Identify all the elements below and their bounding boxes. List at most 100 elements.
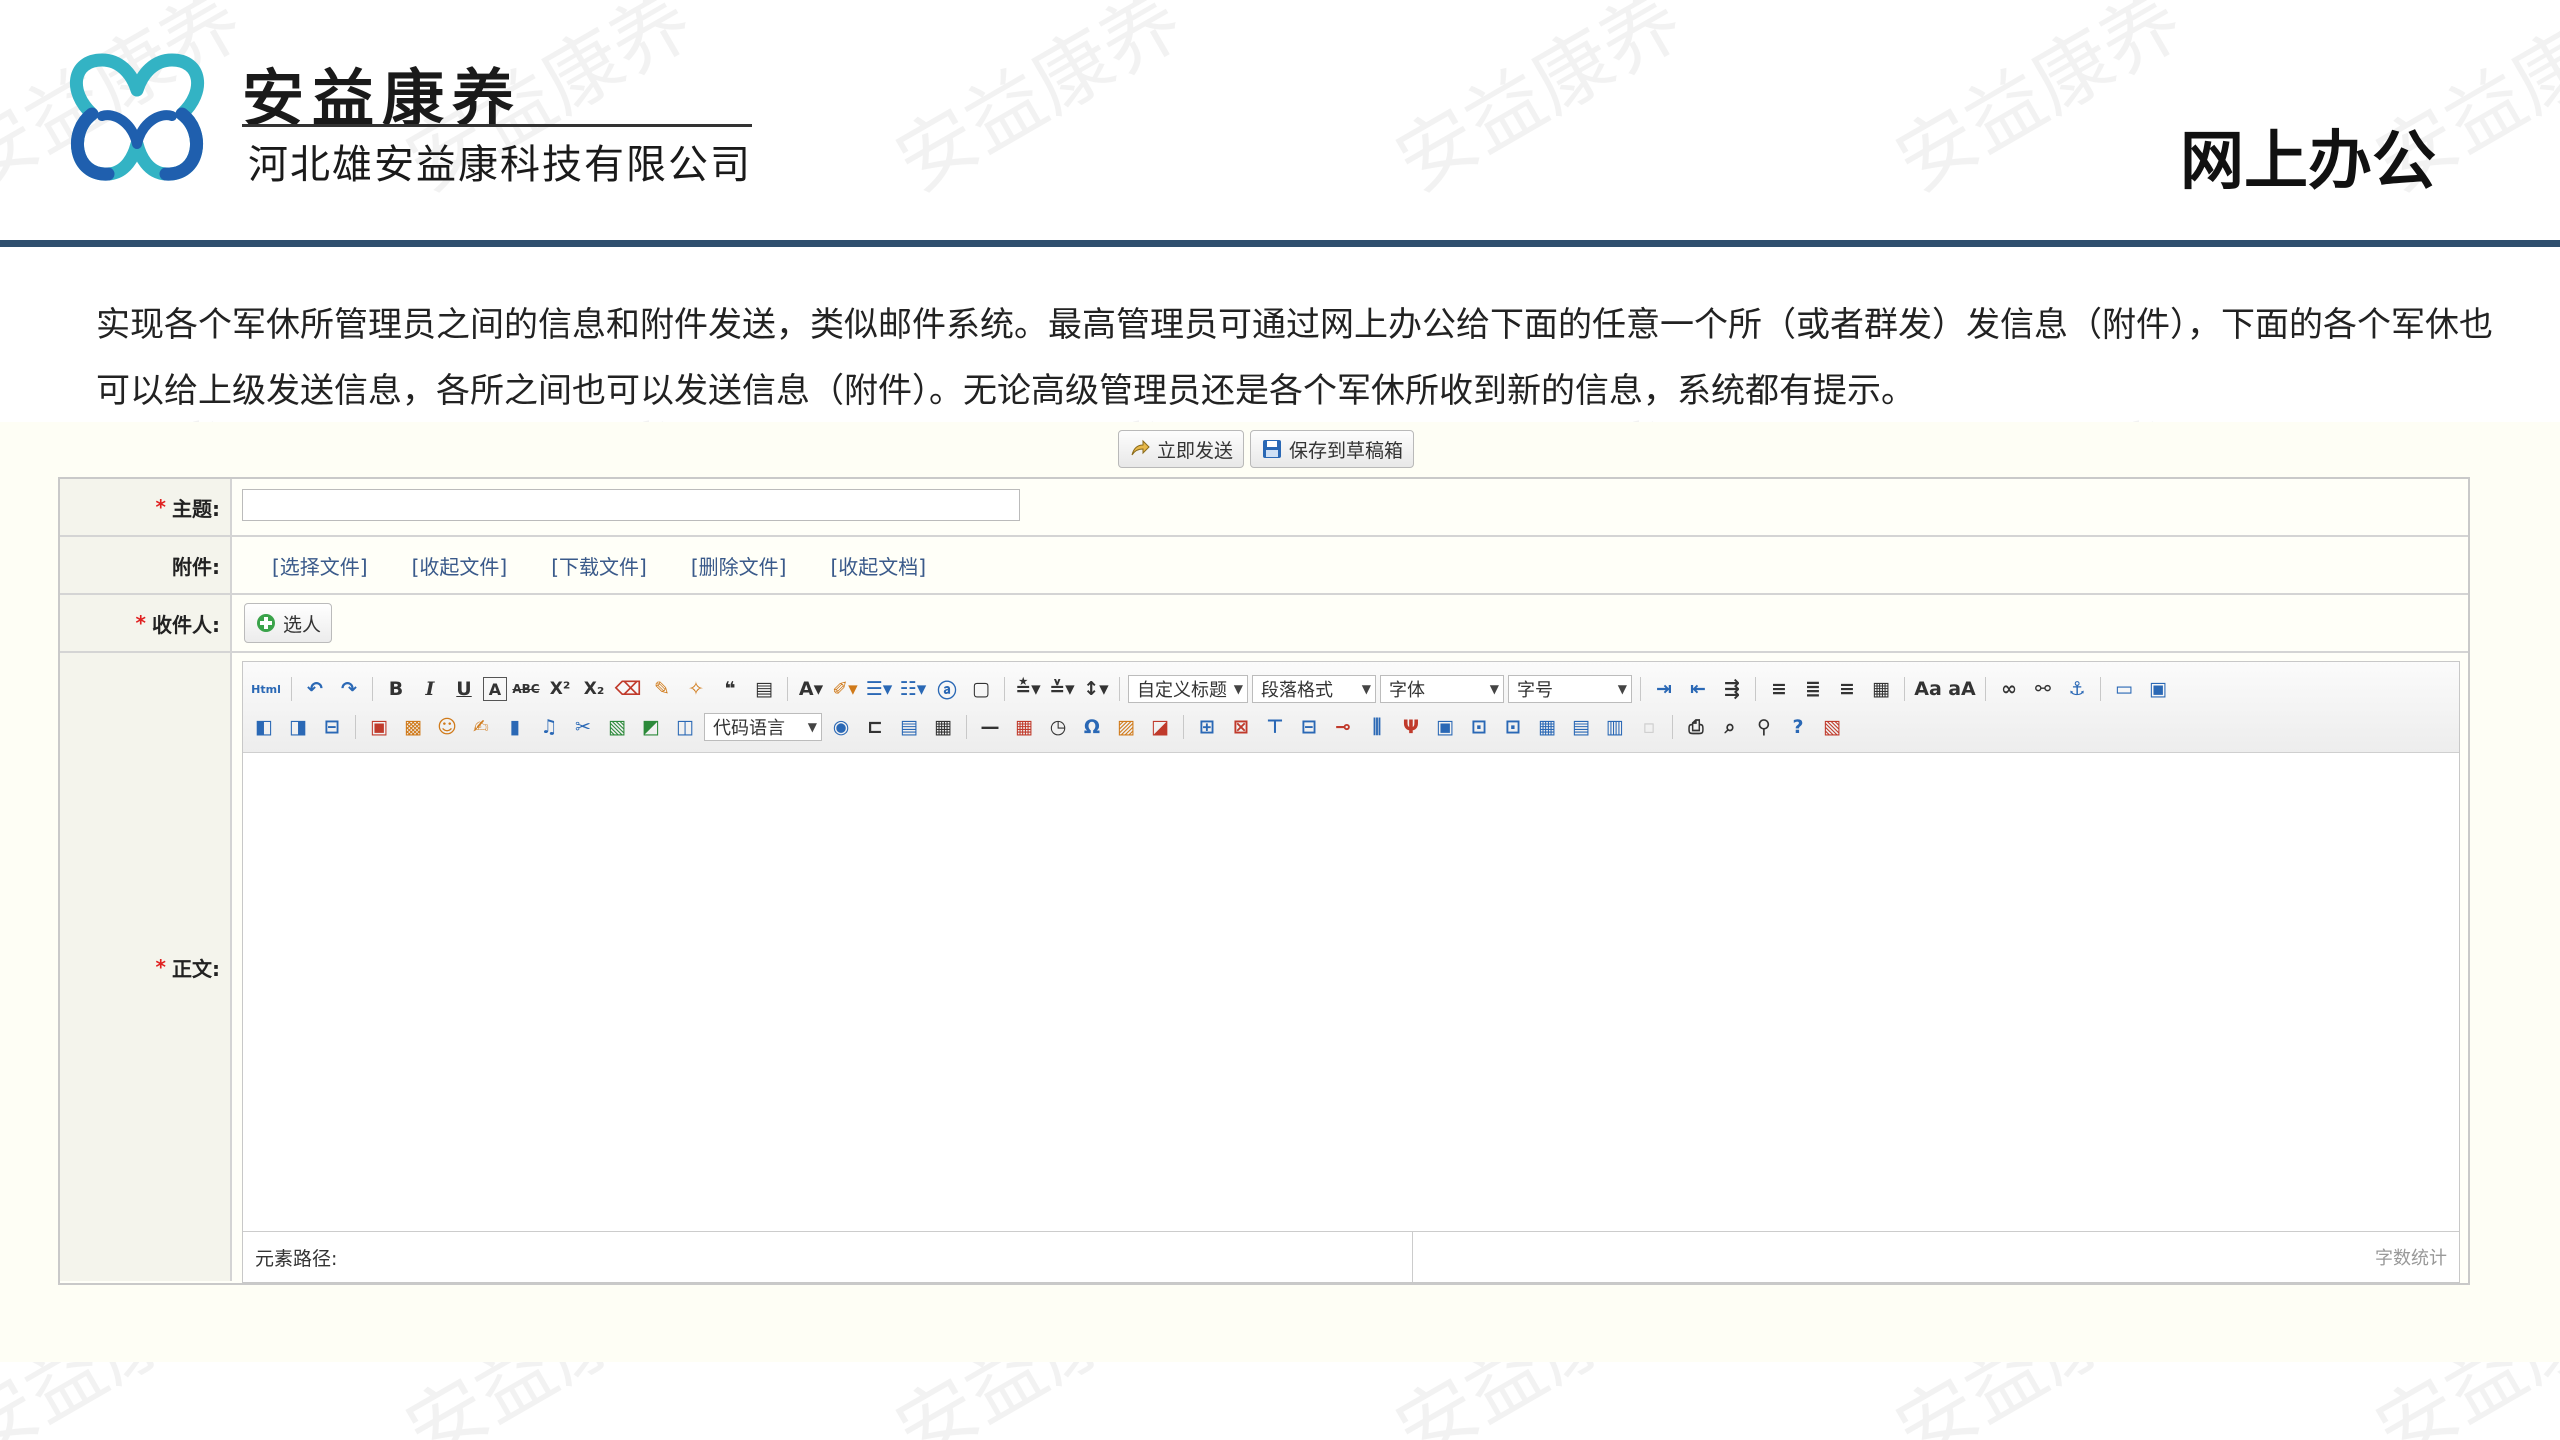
compose-screenshot: 立即发送 保存到草稿箱 * 主题: 附件: [选择文件] [收起文件] [下载文… xyxy=(0,422,2560,1362)
indent-icon[interactable]: ⇶ xyxy=(1717,674,1747,704)
horizontal-rule-icon[interactable]: — xyxy=(975,712,1005,742)
redo-icon[interactable]: ↷ xyxy=(334,674,364,704)
underline-icon[interactable]: U xyxy=(449,674,479,704)
align-right-icon[interactable]: ≡ xyxy=(1832,674,1862,704)
html-source-button[interactable]: Html xyxy=(249,674,283,704)
image-center-icon[interactable]: ⊟ xyxy=(317,712,347,742)
save-draft-button[interactable]: 保存到草稿箱 xyxy=(1250,430,1415,468)
send-now-button[interactable]: 立即发送 xyxy=(1118,430,1245,468)
subscript-icon[interactable]: X₂ xyxy=(579,674,609,704)
paste-plain-icon[interactable]: ▤ xyxy=(749,674,779,704)
collapse-file-link[interactable]: [收起文件] xyxy=(412,551,508,580)
split-cells-icon[interactable]: ▦ xyxy=(1532,712,1562,742)
toolbar-separator xyxy=(372,677,373,701)
insert-time-icon[interactable]: ◷ xyxy=(1043,712,1073,742)
insert-video-icon[interactable]: ▮ xyxy=(500,712,530,742)
delete-row-icon[interactable]: ⊸ xyxy=(1328,712,1358,742)
align-center-icon[interactable]: ≣ xyxy=(1798,674,1828,704)
image-right-icon[interactable]: ◨ xyxy=(283,712,313,742)
link-icon[interactable]: ∞ xyxy=(1994,674,2024,704)
align-justify-icon[interactable]: ▦ xyxy=(1866,674,1896,704)
image-float-icon[interactable]: ▭ xyxy=(2109,674,2139,704)
lowercase-icon[interactable]: aA xyxy=(1947,674,1977,704)
wordimage-icon[interactable]: ▨ xyxy=(1111,712,1141,742)
insert-image-icon[interactable]: ▣ xyxy=(364,712,394,742)
chart-icon[interactable]: ▫ xyxy=(1634,712,1664,742)
select-all-icon[interactable]: ⓐ xyxy=(932,674,962,704)
image-left-icon[interactable]: ◧ xyxy=(249,712,279,742)
find-binoculars-icon[interactable]: ⚲ xyxy=(1749,712,1779,742)
font-color-icon[interactable]: A▾ xyxy=(796,674,826,704)
custom-heading-dropdown[interactable]: 自定义标题 ▼ xyxy=(1128,675,1248,703)
highlight-color-icon[interactable]: ✐▾ xyxy=(830,674,860,704)
uppercase-icon[interactable]: Aa xyxy=(1913,674,1943,704)
rtl-direction-icon[interactable]: ⇤ xyxy=(1683,674,1713,704)
insert-date-icon[interactable]: ▦ xyxy=(1009,712,1039,742)
chevron-down-icon: ▼ xyxy=(1233,682,1243,696)
fullscreen-icon[interactable]: ▣ xyxy=(2143,674,2173,704)
bold-icon[interactable]: B xyxy=(381,674,411,704)
pick-recipient-button[interactable]: 选人 xyxy=(244,603,333,643)
special-chars-icon[interactable]: Ω xyxy=(1077,712,1107,742)
blockquote-icon[interactable]: ❝ xyxy=(715,674,745,704)
format-brush-icon[interactable]: ✎ xyxy=(647,674,677,704)
merge-right-icon[interactable]: ⊡ xyxy=(1464,712,1494,742)
subject-input[interactable] xyxy=(242,489,1020,521)
font-family-dropdown[interactable]: 字体 ▼ xyxy=(1380,675,1504,703)
emotion-icon[interactable]: ☺ xyxy=(432,712,462,742)
merge-down-icon[interactable]: ⊡ xyxy=(1498,712,1528,742)
multi-image-icon[interactable]: ▩ xyxy=(398,712,428,742)
font-border-icon[interactable]: A xyxy=(483,677,507,701)
superscript-icon[interactable]: X² xyxy=(545,674,575,704)
background-icon[interactable]: ▦ xyxy=(928,712,958,742)
page-break-icon[interactable]: ⊏ xyxy=(860,712,890,742)
template-icon[interactable]: ▤ xyxy=(894,712,924,742)
auto-format-icon[interactable]: ✧ xyxy=(681,674,711,704)
strikethrough-icon[interactable]: ABC xyxy=(511,674,541,704)
insert-table-icon[interactable]: ⊞ xyxy=(1192,712,1222,742)
insert-code-icon[interactable]: ◫ xyxy=(670,712,700,742)
editor-content-area[interactable] xyxy=(243,753,2459,1231)
font-size-dropdown[interactable]: 字号 ▼ xyxy=(1508,675,1632,703)
split-rows-icon[interactable]: ▤ xyxy=(1566,712,1596,742)
unlink-icon[interactable]: ⚯ xyxy=(2028,674,2058,704)
collapse-doc-link[interactable]: [收起文档] xyxy=(830,551,926,580)
eraser-icon[interactable]: ⌫ xyxy=(613,674,643,704)
align-left-icon[interactable]: ≡ xyxy=(1764,674,1794,704)
merge-cells-icon[interactable]: ▣ xyxy=(1430,712,1460,742)
drafts-icon[interactable]: ▧ xyxy=(1817,712,1847,742)
attachment-label-text: 附件: xyxy=(172,554,220,579)
code-language-dropdown[interactable]: 代码语言 ▼ xyxy=(704,713,822,741)
attachment-icon[interactable]: ✂ xyxy=(568,712,598,742)
undo-icon[interactable]: ↶ xyxy=(300,674,330,704)
insert-row-icon[interactable]: ⊟ xyxy=(1294,712,1324,742)
print-icon[interactable]: ⎙ xyxy=(1681,712,1711,742)
ltr-direction-icon[interactable]: ⇥ xyxy=(1649,674,1679,704)
recipient-row: * 收件人: 选人 xyxy=(60,595,2468,653)
row-spacing-top-icon[interactable]: ≛▾ xyxy=(1013,674,1043,704)
search-replace-icon[interactable]: ◪ xyxy=(1145,712,1175,742)
delete-file-link[interactable]: [删除文件] xyxy=(691,551,787,580)
delete-table-icon[interactable]: ⊠ xyxy=(1226,712,1256,742)
download-file-link[interactable]: [下载文件] xyxy=(551,551,647,580)
split-cols-icon[interactable]: ▥ xyxy=(1600,712,1630,742)
ordered-list-icon[interactable]: ☰▾ xyxy=(864,674,894,704)
scrawl-icon[interactable]: ✍ xyxy=(466,712,496,742)
preview-icon[interactable]: ⌕ xyxy=(1715,712,1745,742)
paragraph-format-dropdown[interactable]: 段落格式 ▼ xyxy=(1252,675,1376,703)
italic-icon[interactable]: I xyxy=(415,674,445,704)
line-height-icon[interactable]: ↕▾ xyxy=(1081,674,1111,704)
clear-doc-icon[interactable]: ▢ xyxy=(966,674,996,704)
web-app-icon[interactable]: ◉ xyxy=(826,712,856,742)
insert-paragraph-before-table-icon[interactable]: ⊤ xyxy=(1260,712,1290,742)
insert-frame-icon[interactable]: ▧ xyxy=(602,712,632,742)
row-spacing-bottom-icon[interactable]: ≚▾ xyxy=(1047,674,1077,704)
delete-col-icon[interactable]: Ψ xyxy=(1396,712,1426,742)
google-map-icon[interactable]: ◩ xyxy=(636,712,666,742)
anchor-icon[interactable]: ⚓ xyxy=(2062,674,2092,704)
help-icon[interactable]: ? xyxy=(1783,712,1813,742)
insert-music-icon[interactable]: ♫ xyxy=(534,712,564,742)
select-file-link[interactable]: [选择文件] xyxy=(272,551,368,580)
insert-col-icon[interactable]: ⫼ xyxy=(1362,712,1392,742)
unordered-list-icon[interactable]: ☷▾ xyxy=(898,674,928,704)
